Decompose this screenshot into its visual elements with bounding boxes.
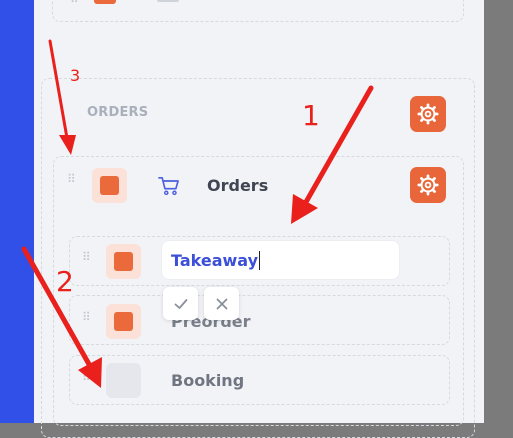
- gear-icon: [417, 103, 439, 125]
- cart-icon: [158, 177, 179, 196]
- drag-handle-icon[interactable]: ⠿: [67, 173, 77, 192]
- color-swatch[interactable]: [92, 168, 127, 203]
- left-blue-strip: [0, 0, 34, 423]
- drag-handle-icon[interactable]: ⠿: [70, 0, 80, 12]
- item-name-input[interactable]: Takeaway: [162, 241, 399, 279]
- annotation-label-1: 1: [302, 99, 320, 132]
- color-swatch[interactable]: [94, 0, 116, 4]
- color-swatch[interactable]: [106, 304, 141, 339]
- item-name-value: Takeaway: [171, 250, 259, 270]
- cancel-button[interactable]: [204, 287, 239, 320]
- section-title: ORDERS: [87, 105, 149, 120]
- icon-placeholder: [157, 0, 179, 2]
- close-icon: [216, 298, 227, 309]
- drag-handle-icon[interactable]: ⠿: [82, 311, 92, 330]
- confirm-button[interactable]: [163, 287, 198, 320]
- category-label-orders: Orders: [207, 176, 269, 195]
- item-label-booking: Booking: [171, 371, 245, 390]
- text-caret: [259, 250, 261, 270]
- category-settings-button[interactable]: [410, 167, 446, 203]
- color-swatch-empty[interactable]: [106, 363, 141, 398]
- drag-handle-icon[interactable]: ⠿: [82, 251, 92, 270]
- check-icon: [174, 298, 187, 309]
- menu-editor-panel: ⠿ ORDERS ⠿ Orders: [34, 0, 484, 438]
- section-settings-button[interactable]: [410, 96, 446, 132]
- gear-icon: [417, 174, 439, 196]
- color-swatch[interactable]: [106, 244, 141, 279]
- annotation-label-3: 3: [70, 66, 81, 85]
- drag-handle-icon[interactable]: ⠿: [82, 371, 92, 390]
- annotation-label-2: 2: [56, 265, 74, 298]
